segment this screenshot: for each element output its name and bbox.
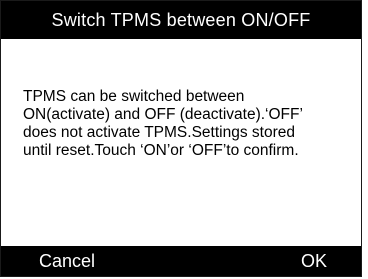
ok-button[interactable]: OK: [301, 246, 327, 276]
dialog-title: Switch TPMS between ON/OFF: [1, 1, 361, 39]
cancel-button[interactable]: Cancel: [39, 246, 95, 276]
tpms-dialog-screen: Switch TPMS between ON/OFF TPMS can be s…: [0, 0, 362, 277]
button-bar: Cancel OK: [1, 246, 361, 276]
dialog-message: TPMS can be switched between ON(activate…: [23, 88, 303, 159]
